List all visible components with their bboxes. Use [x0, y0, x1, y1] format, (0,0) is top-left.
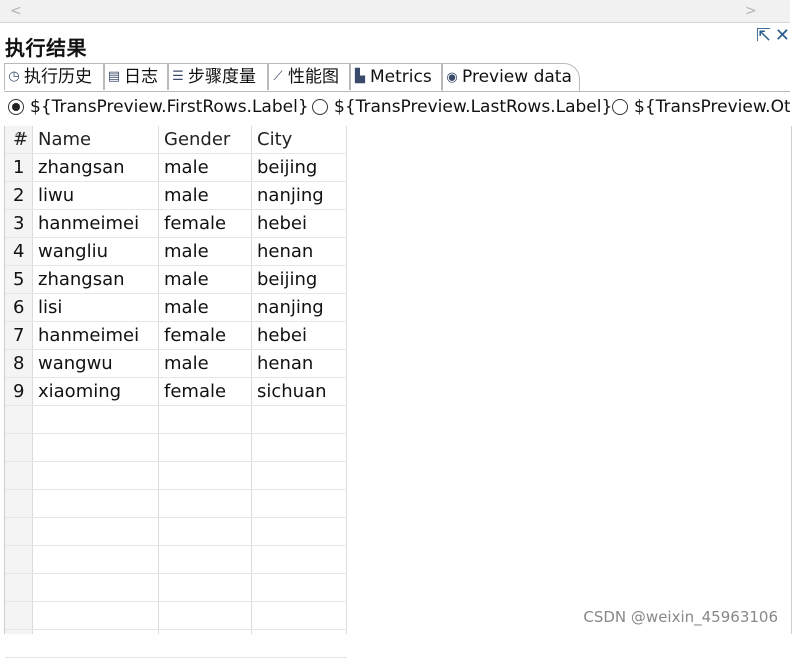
- cell-gender: male: [164, 241, 209, 262]
- cell-rownum: 2: [13, 185, 25, 206]
- empty-table-row: [5, 490, 347, 518]
- cell-city: sichuan: [257, 381, 327, 402]
- cell-city: beijing: [257, 157, 318, 178]
- cell-name: xiaoming: [38, 381, 122, 402]
- table-row[interactable]: 9 xiaoming female sichuan: [5, 378, 347, 406]
- cell-gender: female: [164, 213, 227, 234]
- tab-step-metrics[interactable]: ☰ 步骤度量: [168, 63, 268, 90]
- cell-rownum: 5: [13, 269, 25, 290]
- table-row[interactable]: 5 zhangsan male beijing: [5, 266, 347, 294]
- cell-rownum: 7: [13, 325, 25, 346]
- popout-icon[interactable]: ⇱: [756, 26, 771, 46]
- cell-gender: male: [164, 157, 209, 178]
- metrics-icon: ▙: [355, 69, 365, 84]
- table-row[interactable]: 2 liwu male nanjing: [5, 182, 347, 210]
- radio-last-rows[interactable]: ${TransPreview.LastRows.Label}: [312, 97, 612, 117]
- tab-label: Metrics: [370, 66, 432, 87]
- panel-title: 执行结果: [5, 36, 87, 60]
- cell-gender: male: [164, 353, 209, 374]
- cell-name: zhangsan: [38, 269, 125, 290]
- tab-label: 日志: [124, 66, 158, 87]
- cell-name: lisi: [38, 297, 63, 318]
- table-row[interactable]: 7 hanmeimei female hebei: [5, 322, 347, 350]
- close-icon[interactable]: ✕: [775, 26, 790, 46]
- tab-log[interactable]: ▤ 日志: [104, 63, 168, 90]
- cell-rownum: 4: [13, 241, 25, 262]
- header-city[interactable]: City: [257, 126, 292, 153]
- preview-data-table: ^ # Name Gender City 1 zhangsan male beijin…: [4, 126, 792, 658]
- cell-gender: female: [164, 381, 227, 402]
- tab-preview-data[interactable]: ◉ Preview data: [442, 63, 580, 91]
- empty-table-row: [5, 602, 347, 630]
- scroll-left-arrow[interactable]: <: [10, 2, 22, 20]
- cell-rownum: 6: [13, 297, 25, 318]
- tab-label: 执行历史: [24, 66, 92, 87]
- table-header-row: ^ # Name Gender City: [5, 126, 347, 154]
- tab-performance-graph[interactable]: ⟋ 性能图: [268, 63, 350, 90]
- header-rownum[interactable]: #: [13, 126, 28, 153]
- cell-name: zhangsan: [38, 157, 125, 178]
- eye-icon: ◉: [446, 69, 458, 85]
- cell-gender: female: [164, 325, 227, 346]
- watermark: CSDN @weixin_45963106: [583, 608, 778, 626]
- cell-city: nanjing: [257, 185, 324, 206]
- scroll-right-arrow[interactable]: >: [745, 2, 757, 20]
- cell-city: nanjing: [257, 297, 324, 318]
- list-numbered-icon: ☰: [172, 69, 184, 84]
- cell-name: hanmeimei: [38, 325, 140, 346]
- table-row[interactable]: 4 wangliu male henan: [5, 238, 347, 266]
- clock-icon: ◷: [8, 69, 20, 84]
- table-row[interactable]: 8 wangwu male henan: [5, 350, 347, 378]
- cell-name: liwu: [38, 185, 75, 206]
- cell-gender: male: [164, 269, 209, 290]
- horizontal-scrollbar[interactable]: < >: [0, 0, 790, 23]
- empty-table-row: [5, 574, 347, 602]
- cell-city: henan: [257, 353, 314, 374]
- radio-label: ${TransPreview.FirstRows.Label}: [30, 97, 309, 117]
- table-row[interactable]: 1 zhangsan male beijing: [5, 154, 347, 182]
- header-gender[interactable]: Gender: [164, 126, 230, 153]
- radio-button[interactable]: [312, 99, 328, 115]
- tab-execution-history[interactable]: ◷ 执行历史: [4, 63, 104, 90]
- table-row[interactable]: 6 lisi male nanjing: [5, 294, 347, 322]
- empty-table-row: [5, 434, 347, 462]
- radio-label: ${TransPreview.Ot: [634, 97, 790, 117]
- line-chart-icon: ⟋: [273, 69, 283, 84]
- empty-table-row: [5, 518, 347, 546]
- table-row[interactable]: 3 hanmeimei female hebei: [5, 210, 347, 238]
- cell-name: wangliu: [38, 241, 108, 262]
- radio-other[interactable]: ${TransPreview.Ot: [612, 97, 790, 117]
- tab-label: 性能图: [288, 66, 339, 87]
- radio-label: ${TransPreview.LastRows.Label}: [334, 97, 613, 117]
- cell-rownum: 9: [13, 381, 25, 402]
- result-tabbar: ◷ 执行历史 ▤ 日志 ☰ 步骤度量 ⟋ 性能图 ▙ Metrics ◉ Pre…: [4, 63, 790, 92]
- document-icon: ▤: [107, 69, 121, 84]
- tab-metrics[interactable]: ▙ Metrics: [350, 63, 442, 90]
- radio-button-checked[interactable]: [8, 99, 24, 115]
- empty-table-row: [5, 630, 347, 658]
- radio-button[interactable]: [612, 99, 628, 115]
- cell-city: hebei: [257, 213, 307, 234]
- cell-gender: male: [164, 297, 209, 318]
- cell-name: wangwu: [38, 353, 113, 374]
- tab-label: Preview data: [462, 67, 572, 87]
- tab-label: 步骤度量: [188, 66, 256, 87]
- empty-table-row: [5, 462, 347, 490]
- window-buttons: ⇱ ✕: [756, 26, 790, 46]
- cell-city: henan: [257, 241, 314, 262]
- cell-gender: male: [164, 185, 209, 206]
- empty-table-row: [5, 546, 347, 574]
- cell-rownum: 1: [13, 157, 25, 178]
- cell-name: hanmeimei: [38, 213, 140, 234]
- radio-first-rows[interactable]: ${TransPreview.FirstRows.Label}: [8, 97, 309, 117]
- header-name[interactable]: Name: [38, 126, 91, 153]
- preview-options: ${TransPreview.FirstRows.Label} ${TransP…: [4, 93, 790, 123]
- cell-city: hebei: [257, 325, 307, 346]
- empty-table-row: [5, 406, 347, 434]
- cell-city: beijing: [257, 269, 318, 290]
- cell-rownum: 3: [13, 213, 25, 234]
- cell-rownum: 8: [13, 353, 25, 374]
